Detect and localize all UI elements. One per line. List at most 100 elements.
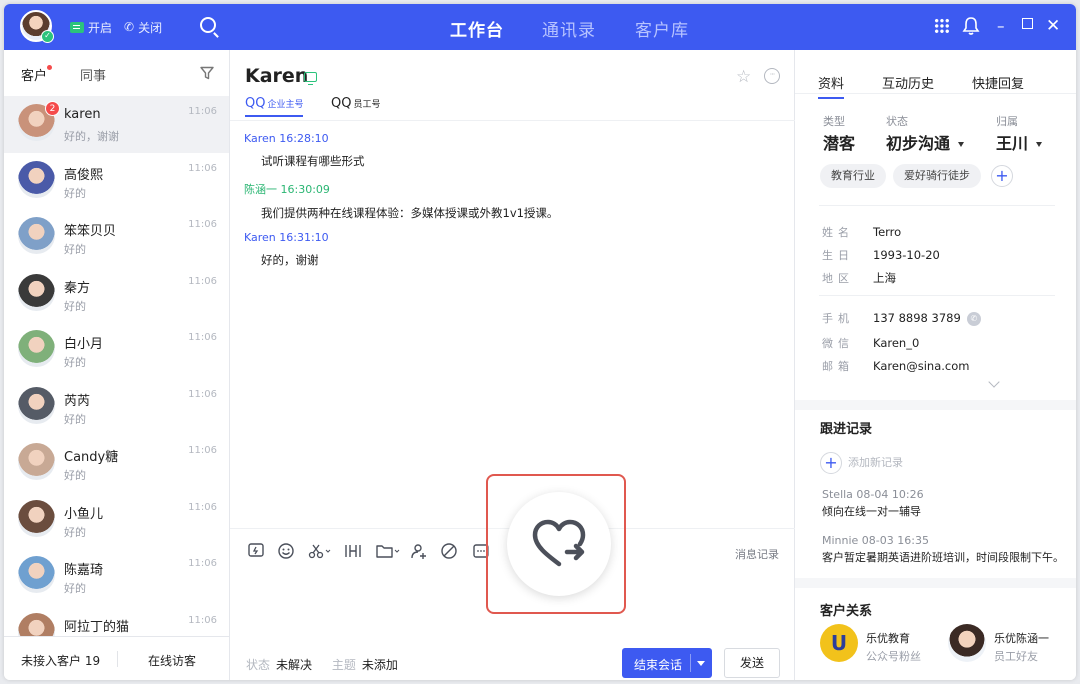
- tab-workbench[interactable]: 工作台: [450, 16, 504, 41]
- tag-chip[interactable]: 教育行业: [820, 164, 886, 188]
- contact-time: 11:06: [188, 332, 217, 343]
- contact-item[interactable]: 笨笨贝贝 好的 11:06: [4, 209, 229, 266]
- bell-icon[interactable]: [962, 16, 980, 36]
- section-spacer: [795, 400, 1076, 410]
- contact-last-message: 好的: [64, 525, 86, 539]
- contact-last-message: 好的: [64, 356, 86, 369]
- unassigned-customers-link[interactable]: 未接入客户 19: [21, 652, 100, 669]
- tab-interaction-history[interactable]: 互动历史: [882, 73, 934, 92]
- maximize-icon[interactable]: [1022, 18, 1033, 29]
- online-visitors-link[interactable]: 在线访客: [148, 652, 196, 669]
- contact-last-message: 好的: [64, 582, 86, 595]
- info-row-email: 邮箱 Karen@sina.com: [822, 358, 969, 374]
- profile-panel: 资料 互动历史 快捷回复 类型 潜客 状态 初步沟通 归属 王川 教育行业 爱好…: [795, 50, 1076, 680]
- contact-time: 11:06: [188, 501, 217, 513]
- more-icon[interactable]: ···: [764, 68, 780, 84]
- desktop-online-icon: [304, 72, 317, 85]
- tab-customers[interactable]: 客户: [21, 65, 47, 84]
- status-label: 状态: [886, 115, 908, 128]
- folder-icon[interactable]: [375, 542, 401, 560]
- contact-item[interactable]: 2 karen 好的，谢谢 11:06: [4, 96, 229, 153]
- tab-qq-staff[interactable]: QQ 员工号: [331, 96, 380, 111]
- sidebar-footer: 未接入客户 19 在线访客: [4, 636, 229, 680]
- type-value: 潜客: [823, 134, 856, 153]
- transfer-care-button[interactable]: [507, 492, 611, 596]
- record-author-time: Stella 08-04 10:26: [822, 488, 924, 501]
- record-author-time: Minnie 08-03 16:35: [822, 534, 929, 547]
- contact-time: 11:06: [188, 106, 217, 117]
- status-off-toggle[interactable]: ✆ 关闭: [124, 18, 162, 36]
- status-on-toggle[interactable]: 开启: [70, 18, 112, 36]
- field-value: 上海: [873, 271, 896, 285]
- topic-value[interactable]: 未添加: [362, 658, 398, 672]
- add-record-button[interactable]: + 添加新记录: [820, 452, 903, 474]
- status-dropdown[interactable]: 初步沟通: [886, 130, 965, 154]
- contact-item[interactable]: 阿拉丁的猫好的11:06: [4, 605, 229, 636]
- field-value: Terro: [873, 225, 902, 239]
- contact-item[interactable]: 小鱼儿 好的 11:06: [4, 492, 229, 549]
- tag-chip[interactable]: 爱好骑行徒步: [893, 164, 981, 188]
- send-button[interactable]: 发送: [724, 648, 780, 678]
- tab-colleagues[interactable]: 同事: [80, 65, 106, 84]
- end-session-button[interactable]: 结束会话: [622, 648, 712, 678]
- add-contact-icon[interactable]: [410, 542, 428, 560]
- tab-customer-library[interactable]: 客户库: [635, 16, 689, 41]
- contact-item[interactable]: 陈嘉琦 好的 11:06: [4, 548, 229, 605]
- tab-qq-enterprise[interactable]: QQ 企业主号: [245, 96, 304, 117]
- tab-profile[interactable]: 资料: [818, 73, 845, 99]
- contact-item[interactable]: Candy糖 好的 11:06: [4, 435, 229, 492]
- type-label: 类型: [823, 115, 845, 128]
- field-value: 1993-10-20: [873, 248, 940, 262]
- status-value[interactable]: 未解决: [276, 658, 312, 672]
- field-value: Karen@sina.com: [873, 359, 970, 373]
- tab-quick-replies[interactable]: 快捷回复: [972, 73, 1024, 92]
- header-divider: [230, 120, 795, 121]
- relation-name: 乐优陈涵一: [994, 632, 1049, 645]
- contact-item[interactable]: 白小月 好的 11:06: [4, 322, 229, 379]
- highlight-box: [486, 474, 626, 614]
- contact-last-message: 好的: [64, 299, 86, 313]
- owner-value: 王川: [996, 134, 1029, 153]
- top-bar: ✓ 开启 ✆ 关闭 工作台 通讯录 客户库 – ✕: [4, 4, 1076, 50]
- button-divider: [690, 654, 691, 672]
- relation-name: 乐优教育: [866, 632, 910, 645]
- contact-time: 11:06: [188, 388, 217, 400]
- screenshot-icon[interactable]: [307, 542, 333, 560]
- contact-time: 11:06: [188, 614, 217, 626]
- block-icon[interactable]: [440, 542, 458, 560]
- user-avatar[interactable]: ✓: [20, 10, 54, 43]
- plus-icon: +: [820, 452, 842, 474]
- filter-icon[interactable]: [200, 66, 214, 80]
- status-value: 初步沟通: [886, 134, 951, 153]
- call-icon[interactable]: ✆: [966, 311, 981, 326]
- tab-contacts[interactable]: 通讯录: [542, 16, 596, 41]
- close-icon[interactable]: ✕: [1046, 16, 1060, 36]
- contact-last-message: 好的，谢谢: [64, 130, 119, 143]
- video-icon[interactable]: [343, 542, 363, 560]
- section-spacer: [795, 578, 1076, 588]
- contact-time: 11:06: [188, 445, 217, 456]
- message-header: 陈涵一 16:30:09: [244, 183, 330, 196]
- contact-item[interactable]: 秦方 好的 11:06: [4, 266, 229, 323]
- add-tag-button[interactable]: +: [991, 165, 1013, 187]
- field-label: 邮箱: [822, 360, 854, 373]
- apps-grid-icon[interactable]: [934, 18, 950, 34]
- message-history-link[interactable]: 消息记录: [735, 546, 779, 562]
- contact-item[interactable]: 高俊熙 好的 11:06: [4, 153, 229, 210]
- star-icon[interactable]: ☆: [736, 67, 751, 87]
- contact-name: 高俊熙: [64, 167, 104, 183]
- section-divider: [819, 295, 1055, 296]
- field-label: 姓名: [822, 226, 854, 239]
- emoji-icon[interactable]: [277, 542, 295, 560]
- field-label: 手机: [822, 312, 854, 325]
- avatar: [18, 386, 55, 424]
- contact-last-message: 好的: [64, 186, 86, 200]
- unread-dot: [47, 65, 52, 70]
- minimize-icon[interactable]: –: [997, 16, 1005, 36]
- chevron-down-icon[interactable]: [697, 661, 705, 666]
- owner-dropdown[interactable]: 王川: [996, 130, 1043, 154]
- quick-reply-icon[interactable]: [247, 542, 265, 560]
- search-icon[interactable]: [200, 17, 216, 33]
- expand-chevron-icon[interactable]: [988, 376, 1000, 388]
- contact-item[interactable]: 芮芮 好的 11:06: [4, 379, 229, 436]
